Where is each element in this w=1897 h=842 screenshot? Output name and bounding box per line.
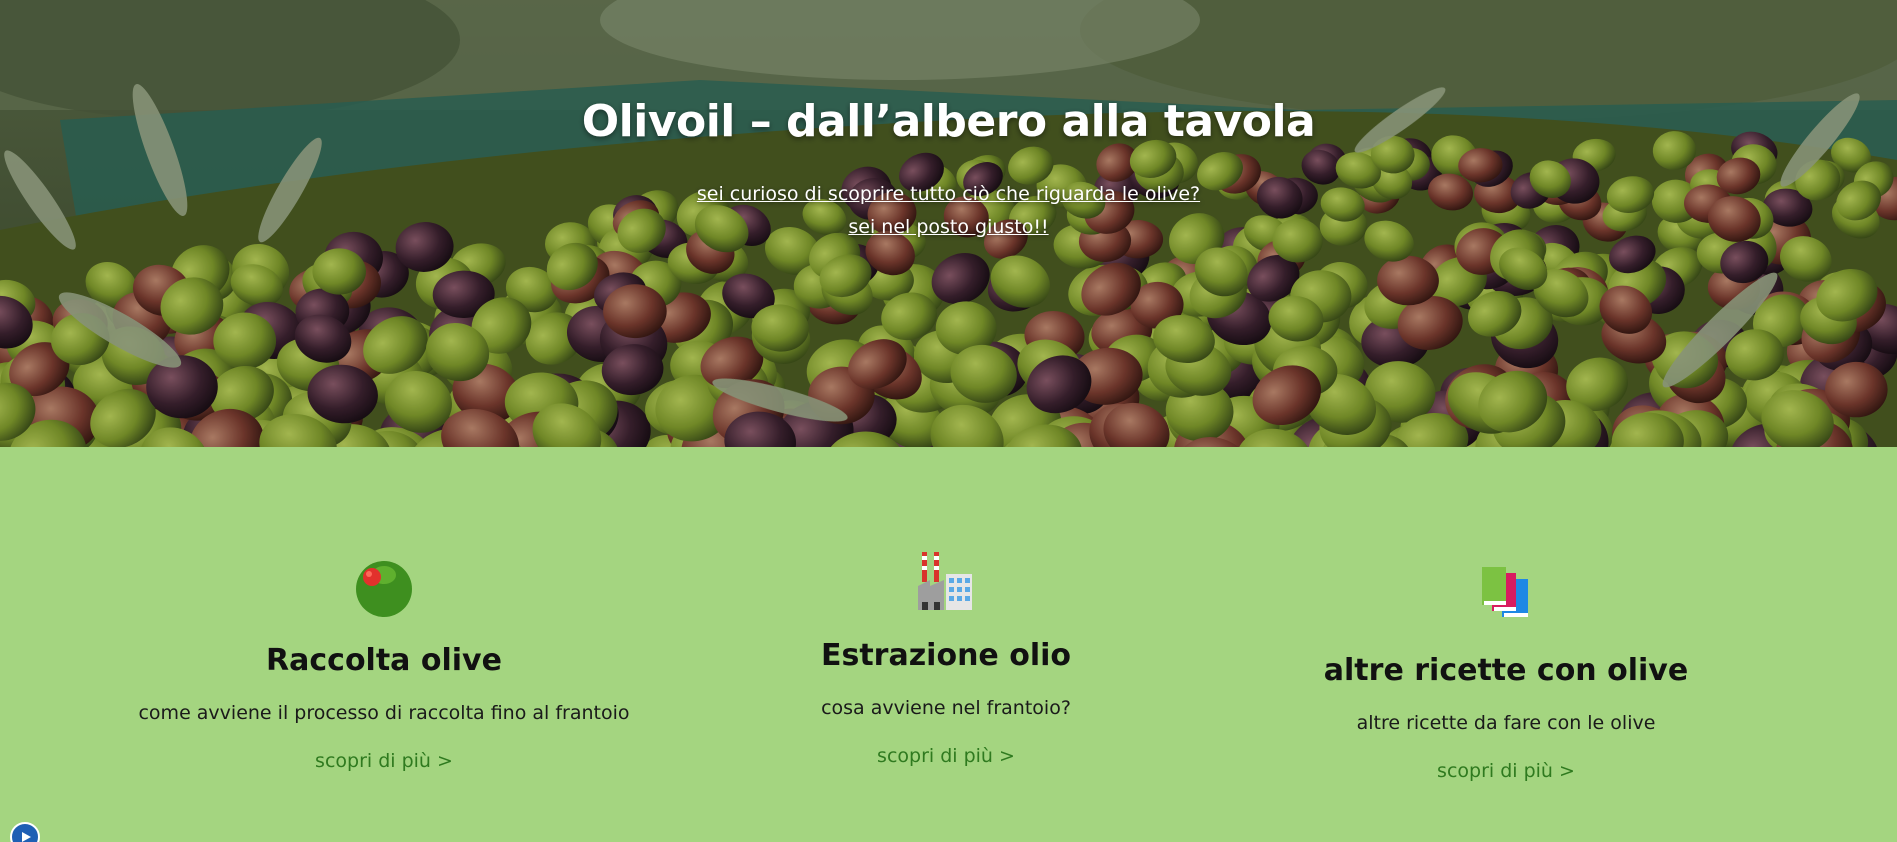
play-circle-icon bbox=[22, 832, 31, 842]
scopri-di-piu-link[interactable]: scopri di più > bbox=[1437, 760, 1575, 782]
scopri-di-piu-link[interactable]: scopri di più > bbox=[315, 750, 453, 772]
feature-raccolta-olive: Raccolta olive come avviene il processo … bbox=[104, 557, 664, 772]
books-icon bbox=[1482, 567, 1528, 617]
olive-icon bbox=[356, 561, 412, 617]
hero-subtitle-link-2[interactable]: sei nel posto giusto!! bbox=[0, 216, 1897, 238]
hero-subtitle-link-1[interactable]: sei curioso di scoprire tutto ciò che ri… bbox=[0, 183, 1897, 205]
scopri-di-piu-link[interactable]: scopri di più > bbox=[877, 745, 1015, 767]
feature-title: altre ricette con olive bbox=[1323, 653, 1689, 688]
factory-icon bbox=[918, 552, 972, 610]
feature-title: Raccolta olive bbox=[266, 643, 502, 678]
feature-altre-ricette: altre ricette con olive altre ricette da… bbox=[1226, 565, 1786, 782]
feature-estrazione-olio: Estrazione olio cosa avviene nel frantoi… bbox=[666, 552, 1226, 767]
feature-description: cosa avviene nel frantoio? bbox=[821, 697, 1071, 719]
hero-banner: Olivoil – dall’albero alla tavola sei cu… bbox=[0, 0, 1897, 447]
features-section: Raccolta olive come avviene il processo … bbox=[0, 447, 1897, 842]
feature-description: come avviene il processo di raccolta fin… bbox=[138, 702, 630, 724]
feature-title: Estrazione olio bbox=[820, 638, 1072, 673]
hero-title: Olivoil – dall’albero alla tavola bbox=[581, 96, 1316, 147]
feature-description: altre ricette da fare con le olive bbox=[1356, 712, 1656, 734]
